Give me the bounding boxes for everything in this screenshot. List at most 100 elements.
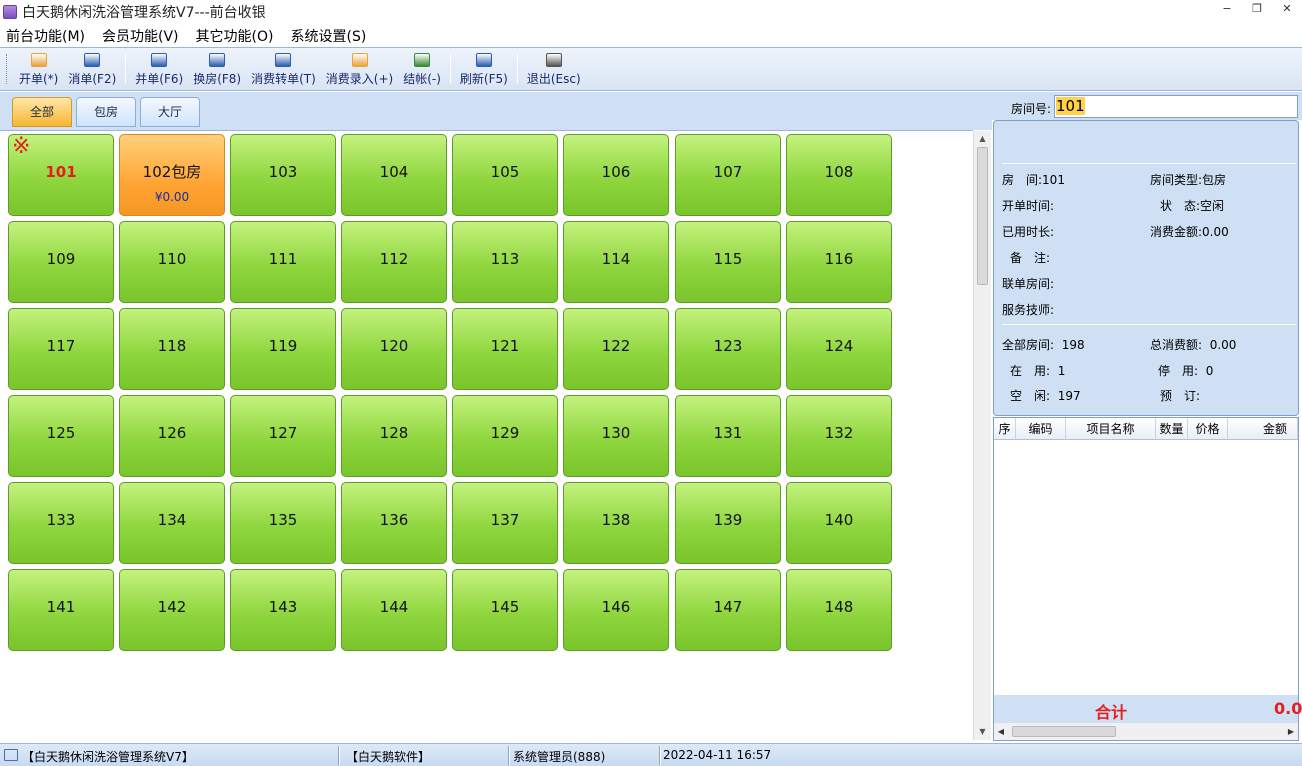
room-tile[interactable]: 117 [8,308,114,390]
room-tile[interactable]: 144 [341,569,447,651]
col-header-amount[interactable]: 金额 [1228,418,1298,440]
room-tile[interactable]: 146 [563,569,669,651]
toolbar-grip[interactable] [6,54,10,84]
room-number-input[interactable]: 101 [1054,95,1298,118]
room-tile[interactable]: 115 [675,221,781,303]
room-tile[interactable]: 119 [230,308,336,390]
toolbar-button-label: 退出(Esc) [526,72,581,86]
room-tile[interactable]: 134 [119,482,225,564]
col-header-item-name[interactable]: 项目名称 [1066,418,1156,440]
room-number: 117 [46,337,76,355]
room-tile[interactable]: 141 [8,569,114,651]
room-tile[interactable]: 112 [341,221,447,303]
refresh-button[interactable]: 刷新(F5) [455,48,513,90]
col-header-index[interactable]: 序 [994,418,1016,440]
room-tile[interactable]: 122 [563,308,669,390]
minimize-button[interactable]: − [1212,0,1242,20]
col-header-quantity[interactable]: 数量 [1156,418,1188,440]
summary-in-use: 在 用: 1 [1010,364,1066,378]
room-tile[interactable]: 104 [341,134,447,216]
menu-member[interactable]: 会员功能(V) [102,26,179,46]
room-tile[interactable]: 114 [563,221,669,303]
room-tile[interactable]: 118 [119,308,225,390]
restore-button[interactable]: ❐ [1242,0,1272,20]
detail-hscrollbar[interactable]: ◀ ▶ [994,723,1298,740]
close-button[interactable]: ✕ [1272,0,1302,20]
room-tile[interactable]: 121 [452,308,558,390]
transfer-button[interactable]: 消费转单(T) [246,48,321,90]
menu-settings[interactable]: 系统设置(S) [290,26,366,46]
room-number: 135 [268,511,298,529]
scroll-down-icon[interactable]: ▼ [974,724,991,740]
room-number: 133 [46,511,76,529]
room-tile[interactable]: 108 [786,134,892,216]
room-tile[interactable]: 137 [452,482,558,564]
cancel-bill-button[interactable]: 消单(F2) [63,48,121,90]
scroll-thumb[interactable] [977,147,988,285]
room-tile[interactable]: 116 [786,221,892,303]
scroll-thumb[interactable] [1012,726,1116,737]
room-tile[interactable]: 147 [675,569,781,651]
tab-private-room[interactable]: 包房 [76,97,136,127]
room-tile[interactable]: 111 [230,221,336,303]
room-tile[interactable]: 128 [341,395,447,477]
scroll-left-icon[interactable]: ◀ [994,723,1008,740]
room-tile[interactable]: 127 [230,395,336,477]
room-tile[interactable]: 145 [452,569,558,651]
room-grid-scrollbar[interactable]: ▲ ▼ [973,131,991,740]
merge-bill-button[interactable]: 并单(F6) [130,48,188,90]
room-tile[interactable]: 130 [563,395,669,477]
tab-hall[interactable]: 大厅 [140,97,200,127]
room-tile[interactable]: 142 [119,569,225,651]
col-header-price[interactable]: 价格 [1188,418,1228,440]
room-tile[interactable]: 133 [8,482,114,564]
room-grid: ※ 101 102包房 ¥0.00 103 104 105 106 107 108 109 110 11… [0,130,973,740]
status-datetime: 2022-04-11 16:57 [663,748,772,762]
room-tile[interactable]: 107 [675,134,781,216]
room-number: 142 [157,598,187,616]
room-tile[interactable]: 110 [119,221,225,303]
room-tile[interactable]: 109 [8,221,114,303]
entry-button[interactable]: 消费录入(+) [321,48,398,90]
room-tile[interactable]: 135 [230,482,336,564]
room-tile[interactable]: 113 [452,221,558,303]
app-icon [3,5,17,19]
room-tile[interactable]: 139 [675,482,781,564]
menu-front-desk[interactable]: 前台功能(M) [6,26,85,46]
room-number: 124 [824,337,854,355]
room-number: 101 [45,163,77,181]
room-tile[interactable]: 125 [8,395,114,477]
room-number: 132 [824,424,854,442]
room-tile[interactable]: 132 [786,395,892,477]
room-tile[interactable]: 131 [675,395,781,477]
room-tile[interactable]: 102包房 ¥0.00 [119,134,225,216]
room-tile[interactable]: 120 [341,308,447,390]
room-tile[interactable]: 124 [786,308,892,390]
room-tile[interactable]: 103 [230,134,336,216]
room-tile[interactable]: 105 [452,134,558,216]
change-room-icon [209,53,226,67]
col-header-code[interactable]: 编码 [1016,418,1066,440]
room-number: 138 [601,511,631,529]
room-tile[interactable]: 138 [563,482,669,564]
exit-button[interactable]: 退出(Esc) [522,48,586,90]
status-app-icon [4,749,18,761]
room-tile[interactable]: 140 [786,482,892,564]
room-tile[interactable]: 123 [675,308,781,390]
scroll-right-icon[interactable]: ▶ [1284,723,1298,740]
room-tile[interactable]: ※ 101 [8,134,114,216]
menu-other[interactable]: 其它功能(O) [196,26,274,46]
scroll-up-icon[interactable]: ▲ [974,131,991,147]
open-bill-button[interactable]: 开单(*) [14,48,63,90]
room-number: 122 [601,337,631,355]
room-tile[interactable]: 136 [341,482,447,564]
room-tile[interactable]: 129 [452,395,558,477]
room-tile[interactable]: 143 [230,569,336,651]
change-room-button[interactable]: 换房(F8) [188,48,246,90]
room-tile[interactable]: 148 [786,569,892,651]
checkout-button[interactable]: 结帐(-) [398,48,446,90]
title-bar: 白天鹅休闲洗浴管理系统V7---前台收银 − ❐ ✕ [0,0,1302,24]
room-tile[interactable]: 106 [563,134,669,216]
tab-all[interactable]: 全部 [12,97,72,127]
room-tile[interactable]: 126 [119,395,225,477]
